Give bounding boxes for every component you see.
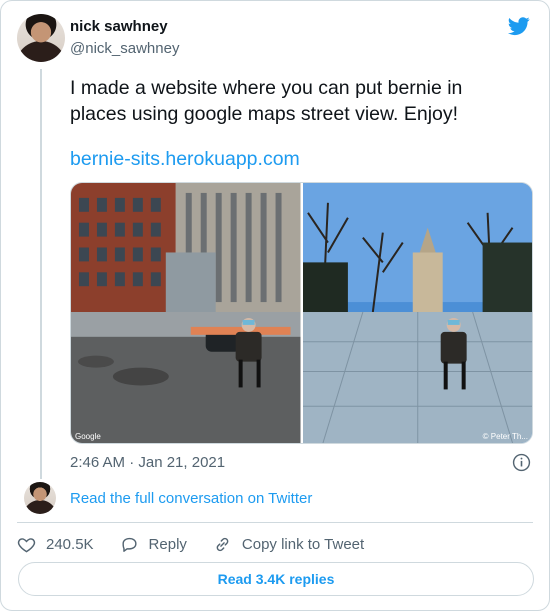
photo-plaza[interactable]: © Peter Th... <box>302 183 532 443</box>
reply-button[interactable]: Reply <box>120 535 187 554</box>
tweet-card: nick sawhney @nick_sawhney I made a webs… <box>0 0 550 611</box>
copy-link-button[interactable]: Copy link to Tweet <box>213 535 364 554</box>
link-icon <box>216 537 229 551</box>
read-conversation-link[interactable]: Read the full conversation on Twitter <box>70 490 312 507</box>
reply-icon <box>122 537 137 552</box>
like-count: 240.5K <box>46 535 94 553</box>
photo-caption: © Peter Th... <box>482 432 528 441</box>
divider <box>17 522 533 523</box>
copy-link-label: Copy link to Tweet <box>241 535 365 553</box>
twitter-bird-icon[interactable] <box>507 15 531 37</box>
author-handle[interactable]: @nick_sawhney <box>70 40 179 57</box>
avatar[interactable] <box>17 14 65 62</box>
heart-icon <box>17 537 36 552</box>
author-name[interactable]: nick sawhney <box>70 18 168 35</box>
tweet-actions: 240.5K Reply Copy link to Tweet <box>17 534 390 554</box>
photo-street-building[interactable]: Google <box>71 183 301 443</box>
tweet-text: I made a website where you can put berni… <box>70 77 463 125</box>
info-icon[interactable] <box>512 453 531 472</box>
photo-image <box>71 183 301 443</box>
read-replies-button[interactable]: Read 3.4K replies <box>18 562 534 596</box>
reply-label: Reply <box>148 535 187 553</box>
thread-line <box>40 69 42 479</box>
photo-caption: Google <box>75 432 101 441</box>
photo-grid: Google © Peter Th... <box>70 182 533 444</box>
tweet-timestamp[interactable]: 2:46 AM · Jan 21, 2021 <box>70 454 225 471</box>
avatar-small[interactable] <box>24 482 56 514</box>
like-button[interactable]: 240.5K <box>17 535 94 554</box>
photo-image <box>302 183 532 443</box>
tweet-link[interactable]: bernie-sits.herokuapp.com <box>70 146 300 172</box>
